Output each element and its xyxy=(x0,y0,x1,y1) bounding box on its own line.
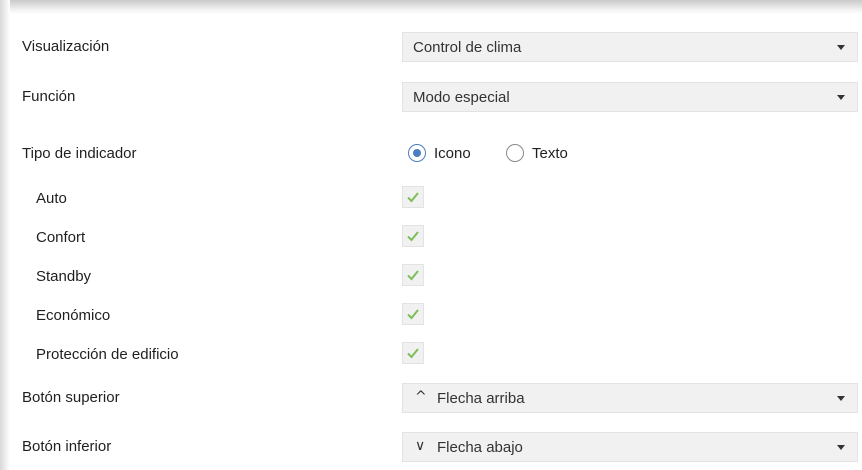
radio-icono-label[interactable]: Icono xyxy=(434,144,471,164)
mode-proteccion-label: Protección de edificio xyxy=(36,346,179,363)
arrow-down-icon: ∨ xyxy=(415,438,426,454)
boton-inferior-label: Botón inferior xyxy=(22,438,112,455)
funcion-dropdown[interactable]: Modo especial xyxy=(402,82,858,112)
checkmark-icon xyxy=(407,348,419,359)
dropdown-arrow-icon xyxy=(837,396,845,401)
mode-auto-checkbox[interactable] xyxy=(402,186,424,208)
radio-icono[interactable] xyxy=(408,144,426,162)
window-shadow-top xyxy=(0,0,862,14)
mode-proteccion-checkbox[interactable] xyxy=(402,342,424,364)
mode-confort-checkbox[interactable] xyxy=(402,225,424,247)
mode-economico-checkbox[interactable] xyxy=(402,303,424,325)
boton-superior-dropdown[interactable]: ^ Flecha arriba xyxy=(402,383,858,413)
radio-texto[interactable] xyxy=(506,144,524,162)
dropdown-arrow-icon xyxy=(837,45,845,50)
boton-superior-label: Botón superior xyxy=(22,389,120,406)
mode-economico-label: Económico xyxy=(36,307,111,324)
boton-inferior-dropdown[interactable]: ∨ Flecha abajo xyxy=(402,432,858,462)
funcion-value: Modo especial xyxy=(413,89,510,106)
visualizacion-dropdown[interactable]: Control de clima xyxy=(402,32,858,62)
mode-standby-label: Standby xyxy=(36,268,92,285)
checkmark-icon xyxy=(407,192,419,203)
checkmark-icon xyxy=(407,309,419,320)
parameter-panel: Visualización Control de clima Función M… xyxy=(10,14,862,470)
funcion-label: Función xyxy=(22,88,76,105)
boton-superior-value: Flecha arriba xyxy=(437,390,525,407)
window-shadow-left xyxy=(0,0,10,470)
radio-texto-label[interactable]: Texto xyxy=(532,144,568,164)
mode-standby-checkbox[interactable] xyxy=(402,264,424,286)
tipo-indicador-label: Tipo de indicador xyxy=(22,145,137,162)
checkmark-icon xyxy=(407,231,419,242)
checkmark-icon xyxy=(407,270,419,281)
arrow-up-icon: ^ xyxy=(415,389,427,405)
mode-auto-label: Auto xyxy=(36,190,67,207)
visualizacion-label: Visualización xyxy=(22,38,110,55)
dropdown-arrow-icon xyxy=(837,95,845,100)
parameter-window: Visualización Control de clima Función M… xyxy=(0,0,862,470)
mode-confort-label: Confort xyxy=(36,229,86,246)
boton-inferior-value: Flecha abajo xyxy=(437,439,523,456)
dropdown-arrow-icon xyxy=(837,445,845,450)
visualizacion-value: Control de clima xyxy=(413,39,522,56)
